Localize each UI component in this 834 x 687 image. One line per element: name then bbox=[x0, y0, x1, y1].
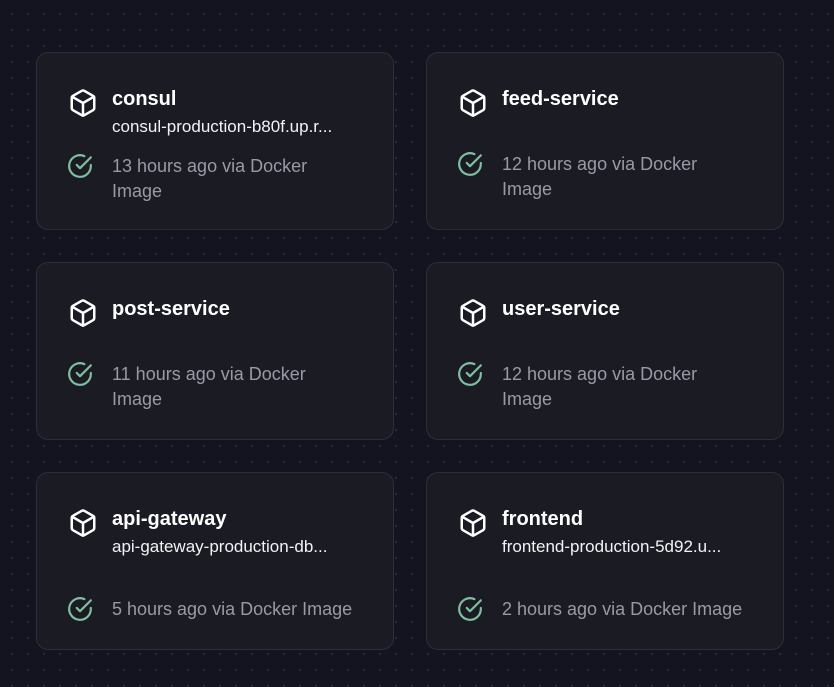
service-card-consul[interactable]: consul consul-production-b80f.up.r... 13… bbox=[36, 52, 394, 230]
service-name: feed-service bbox=[502, 88, 619, 110]
check-circle-icon bbox=[457, 361, 483, 387]
box-icon bbox=[458, 88, 488, 118]
deploy-status: 11 hours ago via Docker Image bbox=[112, 364, 306, 409]
deploy-status: 12 hours ago via Docker Image bbox=[502, 364, 698, 409]
deploy-status: 2 hours ago via Docker Image bbox=[502, 599, 743, 619]
box-icon bbox=[458, 508, 488, 538]
service-url[interactable]: frontend-production-5d92.u... bbox=[502, 535, 758, 559]
box-icon bbox=[68, 88, 98, 118]
deploy-status: 12 hours ago via Docker Image bbox=[502, 154, 698, 199]
check-circle-icon bbox=[67, 153, 93, 179]
check-circle-icon bbox=[457, 151, 483, 177]
service-card-api-gateway[interactable]: api-gateway api-gateway-production-db...… bbox=[36, 472, 394, 650]
check-circle-icon bbox=[67, 596, 93, 622]
service-name: frontend bbox=[502, 508, 584, 530]
service-card-frontend[interactable]: frontend frontend-production-5d92.u... 2… bbox=[426, 472, 784, 650]
box-icon bbox=[458, 298, 488, 328]
deploy-status: 13 hours ago via Docker Image bbox=[112, 156, 308, 201]
service-name: user-service bbox=[502, 298, 620, 320]
service-name: post-service bbox=[112, 298, 230, 320]
service-card-user-service[interactable]: user-service 12 hours ago via Docker Ima… bbox=[426, 262, 784, 440]
check-circle-icon bbox=[457, 596, 483, 622]
box-icon bbox=[68, 508, 98, 538]
service-card-post-service[interactable]: post-service 11 hours ago via Docker Ima… bbox=[36, 262, 394, 440]
service-url[interactable]: consul-production-b80f.up.r... bbox=[112, 115, 368, 139]
box-icon bbox=[68, 298, 98, 328]
service-name: api-gateway bbox=[112, 508, 227, 530]
service-card-feed-service[interactable]: feed-service 12 hours ago via Docker Ima… bbox=[426, 52, 784, 230]
check-circle-icon bbox=[67, 361, 93, 387]
service-canvas: consul consul-production-b80f.up.r... 13… bbox=[0, 0, 834, 687]
deploy-status: 5 hours ago via Docker Image bbox=[112, 599, 353, 619]
service-name: consul bbox=[112, 88, 177, 110]
service-url[interactable]: api-gateway-production-db... bbox=[112, 535, 368, 559]
